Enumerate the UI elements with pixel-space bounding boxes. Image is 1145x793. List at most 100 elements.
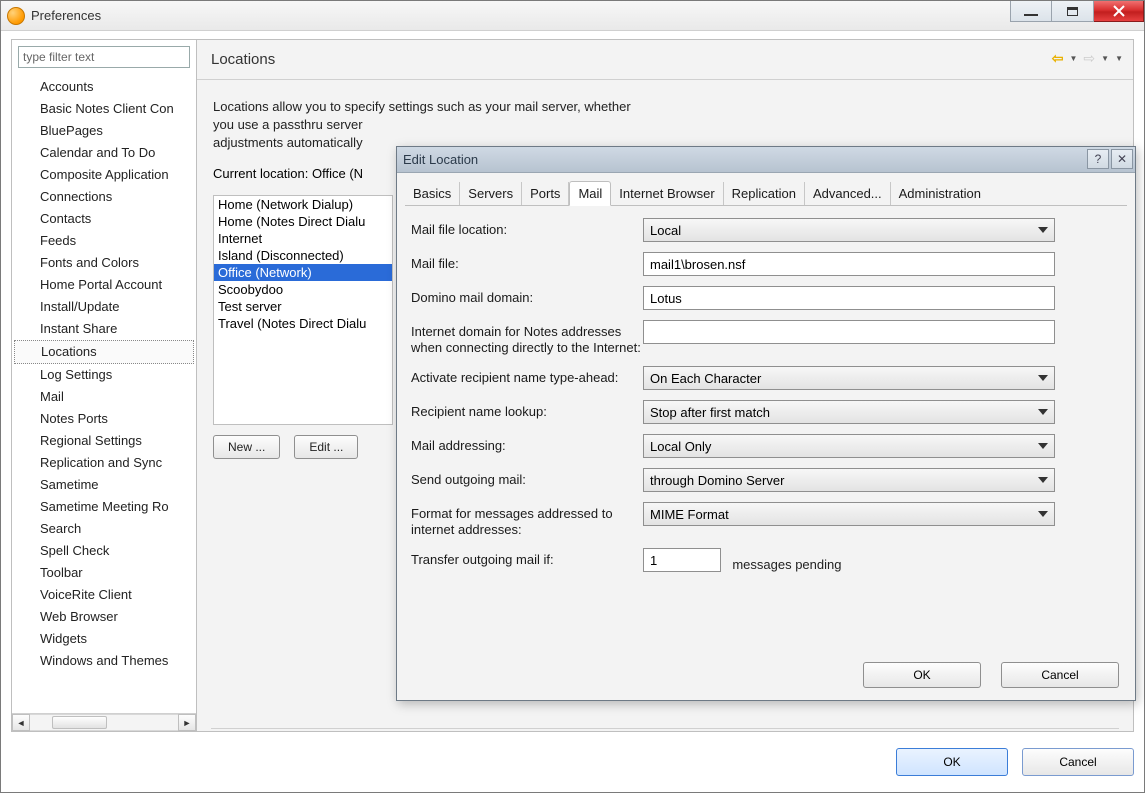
tree-item[interactable]: Home Portal Account — [12, 274, 196, 296]
tree-item[interactable]: Search — [12, 518, 196, 540]
scroll-track[interactable] — [30, 714, 178, 731]
lookup-label: Recipient name lookup: — [411, 400, 643, 420]
tree-item[interactable]: Web Browser — [12, 606, 196, 628]
tree-item[interactable]: BluePages — [12, 120, 196, 142]
location-item[interactable]: Scoobydoo — [214, 281, 392, 298]
dialog-tab[interactable]: Replication — [724, 182, 805, 205]
addressing-label: Mail addressing: — [411, 434, 643, 454]
maximize-button[interactable] — [1052, 1, 1094, 22]
dialog-tab[interactable]: Advanced... — [805, 182, 891, 205]
location-item[interactable]: Travel (Notes Direct Dialu — [214, 315, 392, 332]
typeahead-select[interactable]: On Each Character — [643, 366, 1055, 390]
internet-domain-input[interactable] — [643, 320, 1055, 344]
location-item[interactable]: Home (Network Dialup) — [214, 196, 392, 213]
tree-item[interactable]: Instant Share — [12, 318, 196, 340]
nav-menu-icon[interactable]: ▼ — [1115, 54, 1123, 63]
dialog-footer: OK Cancel — [863, 662, 1119, 688]
tree-item[interactable]: Notes Ports — [12, 408, 196, 430]
window-controls — [1010, 1, 1144, 22]
tree-item[interactable]: Spell Check — [12, 540, 196, 562]
mail-file-location-select[interactable]: Local — [643, 218, 1055, 242]
preferences-footer: OK Cancel — [11, 744, 1134, 780]
location-item[interactable]: Island (Disconnected) — [214, 247, 392, 264]
page-title: Locations — [211, 51, 275, 68]
tree-item[interactable]: Fonts and Colors — [12, 252, 196, 274]
dialog-tab[interactable]: Mail — [569, 181, 611, 206]
tree-item[interactable]: Widgets — [12, 628, 196, 650]
dialog-controls: ? ✕ — [1087, 149, 1133, 169]
edit-location-dialog: Edit Location ? ✕ BasicsServersPortsMail… — [396, 146, 1136, 701]
description-line2: you use a passthru server — [213, 116, 1117, 134]
preferences-tree[interactable]: AccountsBasic Notes Client ConBluePagesC… — [12, 74, 196, 713]
tree-item[interactable]: Contacts — [12, 208, 196, 230]
scroll-left-button[interactable]: ◄ — [12, 714, 30, 731]
tree-item[interactable]: Windows and Themes — [12, 650, 196, 672]
close-button[interactable] — [1094, 1, 1144, 22]
dialog-tab[interactable]: Basics — [405, 182, 460, 205]
preferences-cancel-button[interactable]: Cancel — [1022, 748, 1134, 776]
tree-item[interactable]: Mail — [12, 386, 196, 408]
mail-file-label: Mail file: — [411, 252, 643, 272]
scroll-right-button[interactable]: ► — [178, 714, 196, 731]
internet-domain-label: Internet domain for Notes addresses when… — [411, 320, 643, 356]
nav-forward-icon[interactable]: ⇨ — [1083, 50, 1095, 67]
new-location-button[interactable]: New ... — [213, 435, 280, 459]
content-separator — [211, 728, 1119, 729]
scroll-thumb[interactable] — [52, 716, 107, 729]
dialog-tab[interactable]: Servers — [460, 182, 522, 205]
tree-item[interactable]: Basic Notes Client Con — [12, 98, 196, 120]
tree-item[interactable]: Log Settings — [12, 364, 196, 386]
tree-item[interactable]: Accounts — [12, 76, 196, 98]
lookup-select[interactable]: Stop after first match — [643, 400, 1055, 424]
filter-input[interactable] — [18, 46, 190, 68]
mail-file-input[interactable] — [643, 252, 1055, 276]
location-item[interactable]: Test server — [214, 298, 392, 315]
location-item[interactable]: Home (Notes Direct Dialu — [214, 213, 392, 230]
close-icon — [1112, 4, 1126, 18]
tree-item[interactable]: Regional Settings — [12, 430, 196, 452]
tree-item[interactable]: Calendar and To Do — [12, 142, 196, 164]
addressing-select[interactable]: Local Only — [643, 434, 1055, 458]
dialog-tab[interactable]: Ports — [522, 182, 569, 205]
dialog-cancel-button[interactable]: Cancel — [1001, 662, 1119, 688]
dialog-form: Mail file location: Local Mail file: Dom… — [397, 206, 1135, 586]
transfer-label: Transfer outgoing mail if: — [411, 548, 643, 568]
outgoing-select[interactable]: through Domino Server — [643, 468, 1055, 492]
tree-item[interactable]: Connections — [12, 186, 196, 208]
sidebar-hscroll[interactable]: ◄ ► — [12, 713, 196, 731]
dialog-tab[interactable]: Administration — [891, 182, 989, 205]
nav-forward-dropdown-icon[interactable]: ▼ — [1101, 54, 1109, 63]
transfer-count-input[interactable] — [643, 548, 721, 572]
tree-item[interactable]: Toolbar — [12, 562, 196, 584]
preferences-ok-button[interactable]: OK — [896, 748, 1008, 776]
location-item[interactable]: Office (Network) — [214, 264, 392, 281]
domino-domain-label: Domino mail domain: — [411, 286, 643, 306]
tree-item[interactable]: Sametime Meeting Ro — [12, 496, 196, 518]
dialog-help-button[interactable]: ? — [1087, 149, 1109, 169]
tree-item[interactable]: Composite Application — [12, 164, 196, 186]
tree-item[interactable]: Sametime — [12, 474, 196, 496]
transfer-suffix: messages pending — [732, 557, 841, 572]
tree-item[interactable]: VoiceRite Client — [12, 584, 196, 606]
format-select[interactable]: MIME Format — [643, 502, 1055, 526]
dialog-ok-button[interactable]: OK — [863, 662, 981, 688]
minimize-button[interactable] — [1010, 1, 1052, 22]
tree-item[interactable]: Install/Update — [12, 296, 196, 318]
tree-item[interactable]: Locations — [14, 340, 194, 364]
dialog-tab[interactable]: Internet Browser — [611, 182, 723, 205]
location-item[interactable]: Internet — [214, 230, 392, 247]
preferences-titlebar[interactable]: Preferences — [1, 1, 1144, 31]
tree-item[interactable]: Replication and Sync — [12, 452, 196, 474]
nav-back-icon[interactable]: ⇦ — [1052, 50, 1064, 67]
dialog-close-button[interactable]: ✕ — [1111, 149, 1133, 169]
tree-item[interactable]: Feeds — [12, 230, 196, 252]
nav-back-dropdown-icon[interactable]: ▼ — [1070, 54, 1078, 63]
mail-file-location-label: Mail file location: — [411, 218, 643, 238]
edit-location-button[interactable]: Edit ... — [294, 435, 358, 459]
domino-domain-input[interactable] — [643, 286, 1055, 310]
outgoing-label: Send outgoing mail: — [411, 468, 643, 488]
dialog-titlebar[interactable]: Edit Location ? ✕ — [397, 147, 1135, 173]
app-icon — [7, 7, 25, 25]
preferences-sidebar: AccountsBasic Notes Client ConBluePagesC… — [12, 40, 197, 731]
locations-list[interactable]: Home (Network Dialup)Home (Notes Direct … — [213, 195, 393, 425]
